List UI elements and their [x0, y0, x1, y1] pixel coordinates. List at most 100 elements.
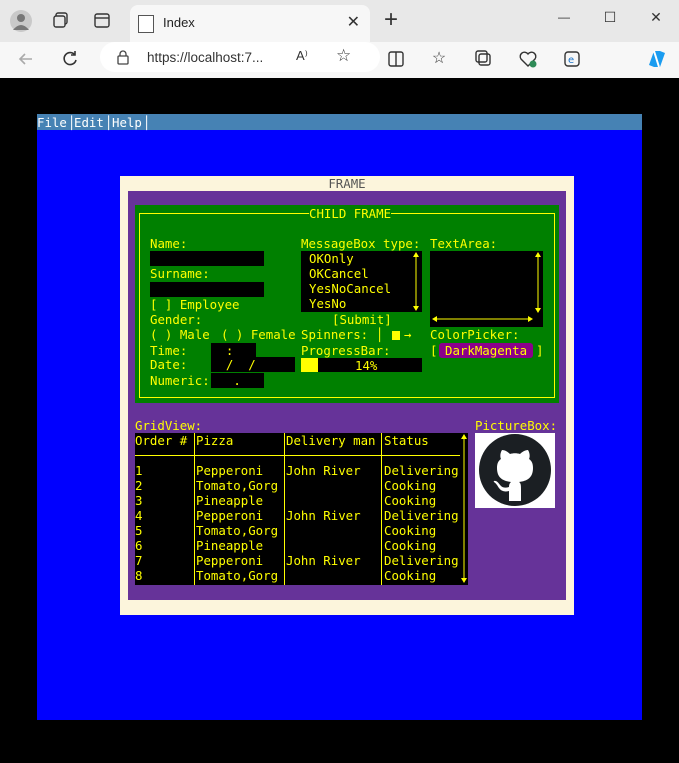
- textarea-scrollbars[interactable]: [430, 251, 543, 327]
- messagebox-scrollbar[interactable]: [411, 251, 421, 312]
- maximize-button[interactable]: ☐: [601, 9, 619, 26]
- messagebox-option[interactable]: OKCancel: [309, 266, 369, 281]
- messagebox-option[interactable]: YesNoCancel: [309, 281, 391, 296]
- date-input[interactable]: / /: [211, 357, 295, 372]
- profile-avatar-icon[interactable]: [10, 10, 32, 32]
- spinner-bar[interactable]: │: [376, 327, 383, 342]
- gender-label: Gender:: [150, 312, 203, 327]
- tab-title: Index: [163, 15, 195, 30]
- browser-tab[interactable]: Index ✕: [130, 5, 370, 42]
- employee-checkbox[interactable]: [ ] Employee: [150, 297, 240, 312]
- date-label: Date:: [150, 357, 188, 372]
- grid-cell[interactable]: 3: [135, 493, 142, 508]
- copilot-icon[interactable]: [645, 47, 669, 71]
- progressbar: 14%: [301, 358, 422, 373]
- grid-column-header[interactable]: Order #: [135, 433, 187, 448]
- grid-cell[interactable]: Pepperoni: [196, 463, 263, 478]
- read-aloud-icon[interactable]: A⁾: [296, 48, 308, 64]
- gender-male-radio[interactable]: ( ) Male: [150, 327, 210, 342]
- menu-file[interactable]: File: [37, 115, 67, 130]
- textarea[interactable]: [430, 251, 543, 327]
- numeric-input[interactable]: .: [211, 373, 264, 388]
- workspaces-icon[interactable]: [52, 11, 70, 29]
- messagebox-list[interactable]: OKOnly OKCancel YesNoCancel YesNo: [301, 251, 422, 312]
- grid-cell[interactable]: John River: [286, 508, 361, 523]
- grid-cell[interactable]: Cooking: [384, 478, 436, 493]
- colorpicker-value[interactable]: DarkMagenta: [439, 343, 534, 358]
- colorpicker-bracket: ]: [536, 343, 544, 358]
- collections-icon[interactable]: [474, 49, 494, 69]
- frame-title: FRAME: [328, 176, 366, 191]
- tab-actions-icon[interactable]: [93, 12, 111, 30]
- grid-cell[interactable]: John River: [286, 463, 361, 478]
- gender-female-radio[interactable]: ( ) Female: [221, 327, 296, 342]
- favorites-icon[interactable]: ☆: [429, 48, 449, 68]
- grid-cell[interactable]: Pepperoni: [196, 508, 263, 523]
- gridview-label: GridView:: [135, 418, 203, 433]
- picturebox-label: PictureBox:: [475, 418, 558, 433]
- submit-button[interactable]: [Submit]: [332, 312, 392, 327]
- grid-column-header[interactable]: Delivery man: [286, 433, 376, 448]
- numeric-label: Numeric:: [150, 373, 210, 388]
- svg-text:e: e: [568, 55, 574, 66]
- grid-cell[interactable]: 5: [135, 523, 142, 538]
- grid-cell[interactable]: Tomato,Gorg: [196, 568, 278, 583]
- picturebox: [475, 433, 555, 508]
- spinner-thumb[interactable]: [392, 331, 400, 340]
- grid-cell[interactable]: Cooking: [384, 568, 436, 583]
- grid-cell[interactable]: 6: [135, 538, 142, 553]
- url-text[interactable]: https://localhost:7...: [147, 50, 263, 65]
- progressbar-fill: [301, 358, 318, 372]
- favorite-star-icon[interactable]: ☆: [336, 46, 351, 66]
- refresh-icon[interactable]: [60, 49, 80, 69]
- grid-cell[interactable]: Cooking: [384, 493, 436, 508]
- grid-cell[interactable]: Tomato,Gorg: [196, 478, 278, 493]
- spinner-arrow-icon[interactable]: →: [404, 327, 411, 342]
- minimize-button[interactable]: —: [555, 10, 573, 24]
- surname-input[interactable]: [150, 282, 264, 297]
- grid-cell[interactable]: 4: [135, 508, 142, 523]
- new-tab-button[interactable]: +: [380, 8, 402, 32]
- child-frame-title: CHILD FRAME: [309, 206, 392, 221]
- menu-help[interactable]: Help: [112, 115, 142, 130]
- gridview[interactable]: Order # Pizza Delivery man Status 1 Pepperon…: [135, 433, 468, 585]
- edge-extension-icon[interactable]: e: [562, 49, 582, 69]
- progressbar-text: 14%: [355, 358, 378, 373]
- grid-cell[interactable]: Cooking: [384, 523, 436, 538]
- grid-cell[interactable]: Pepperoni: [196, 553, 263, 568]
- performance-icon[interactable]: [518, 49, 538, 69]
- back-icon[interactable]: [16, 49, 36, 69]
- grid-cell[interactable]: Delivering: [384, 553, 459, 568]
- name-input[interactable]: [150, 251, 264, 266]
- grid-column-header[interactable]: Pizza: [196, 433, 233, 448]
- tab-close-icon[interactable]: ✕: [347, 12, 360, 32]
- grid-cell[interactable]: 7: [135, 553, 142, 568]
- page-favicon-icon: [138, 15, 154, 33]
- close-window-button[interactable]: ✕: [647, 9, 665, 26]
- messagebox-option[interactable]: YesNo: [309, 296, 346, 311]
- grid-cell[interactable]: John River: [286, 553, 361, 568]
- grid-cell[interactable]: 1: [135, 463, 142, 478]
- grid-cell[interactable]: Delivering: [384, 508, 459, 523]
- textarea-label: TextArea:: [430, 236, 498, 251]
- time-label: Time:: [150, 343, 188, 358]
- lock-icon[interactable]: [116, 49, 130, 65]
- messagebox-option[interactable]: OKOnly: [309, 251, 354, 266]
- menu-separator: │: [143, 115, 151, 130]
- grid-cell[interactable]: Tomato,Gorg: [196, 523, 278, 538]
- grid-cell[interactable]: Pineapple: [196, 538, 263, 553]
- time-input[interactable]: :: [211, 343, 256, 358]
- grid-column-header[interactable]: Status: [384, 433, 429, 448]
- grid-cell[interactable]: Cooking: [384, 538, 436, 553]
- colorpicker-label: ColorPicker:: [430, 327, 520, 342]
- grid-cell[interactable]: Pineapple: [196, 493, 263, 508]
- menu-edit[interactable]: Edit: [74, 115, 104, 130]
- messagebox-label: MessageBox type:: [301, 236, 421, 251]
- progressbar-label: ProgressBar:: [301, 343, 391, 358]
- colorpicker-bracket: [: [430, 343, 438, 358]
- address-bar[interactable]: https://localhost:7... A⁾ ☆: [100, 42, 380, 72]
- grid-cell[interactable]: Delivering: [384, 463, 459, 478]
- split-screen-icon[interactable]: [386, 49, 406, 69]
- grid-cell[interactable]: 8: [135, 568, 142, 583]
- grid-cell[interactable]: 2: [135, 478, 142, 493]
